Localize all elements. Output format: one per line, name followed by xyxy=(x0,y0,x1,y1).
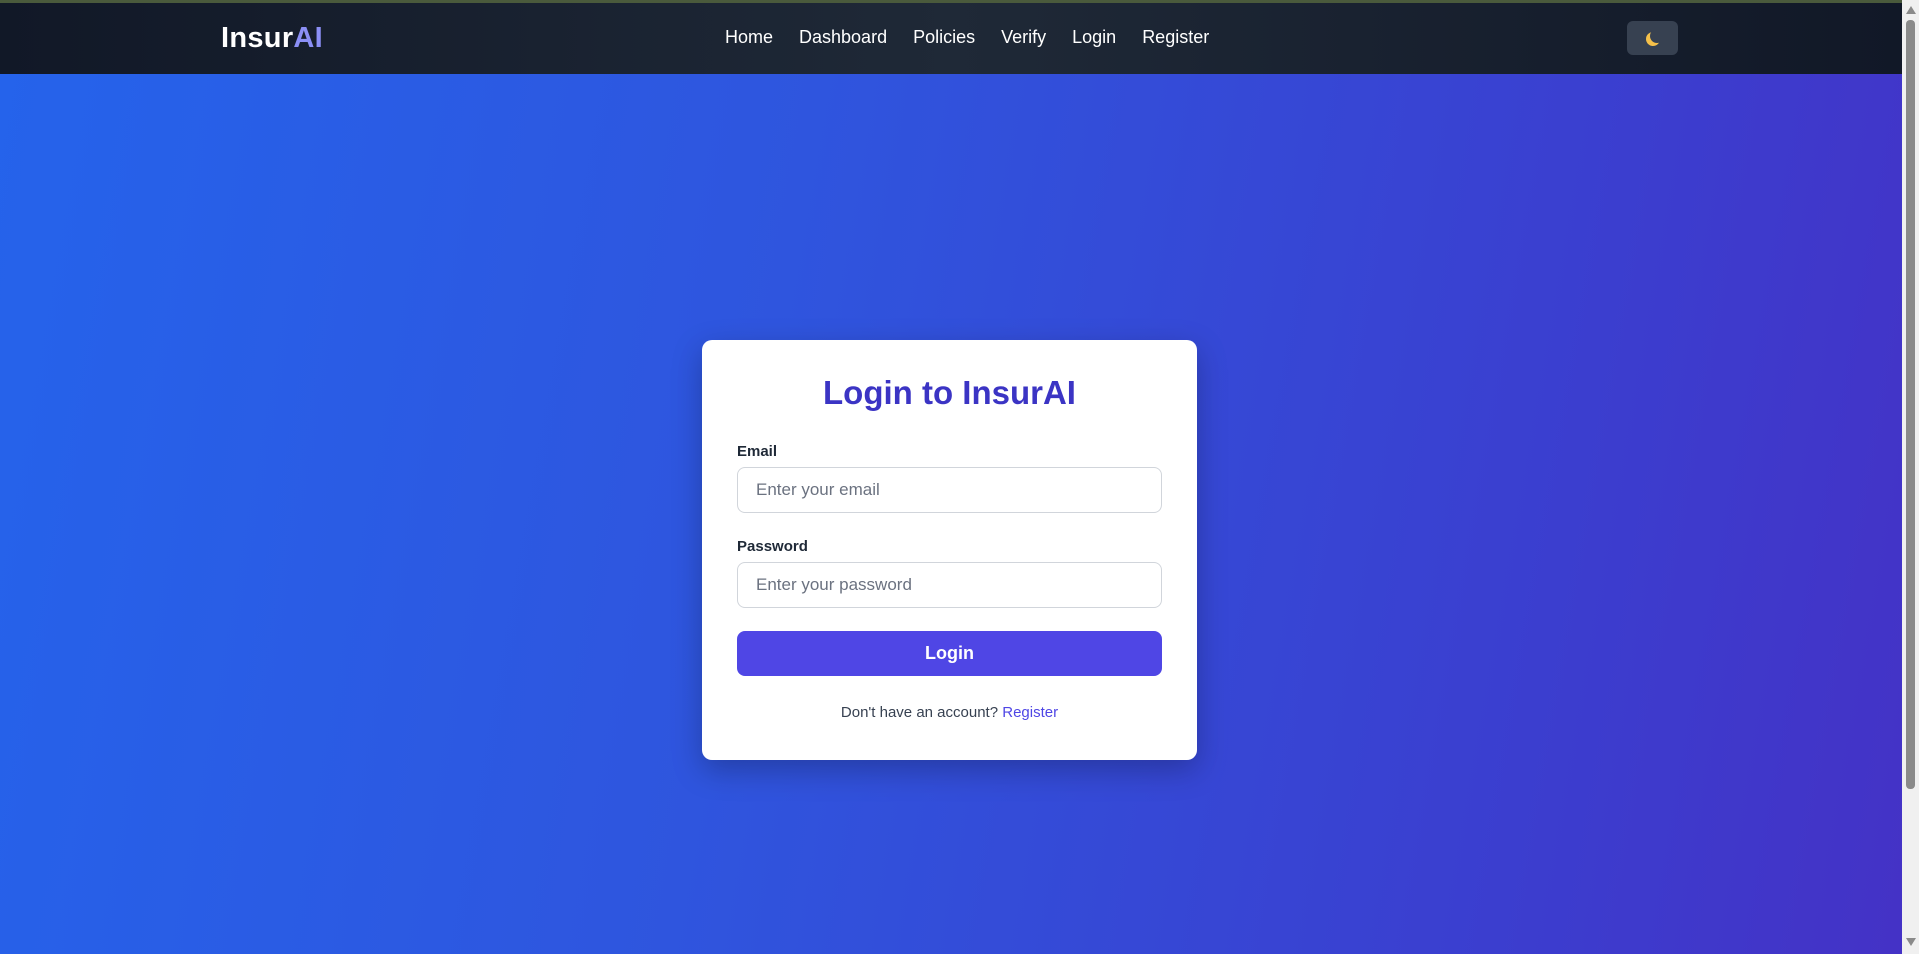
email-field[interactable] xyxy=(737,467,1162,513)
nav-link-dashboard[interactable]: Dashboard xyxy=(799,27,887,48)
scrollbar-thumb[interactable] xyxy=(1906,20,1915,789)
password-label: Password xyxy=(737,538,808,555)
login-title: Login to InsurAI xyxy=(823,374,1076,411)
register-prompt: Don't have an account? Register xyxy=(702,704,1197,721)
email-label: Email xyxy=(737,443,778,460)
brand-main-text: Insur xyxy=(221,22,294,54)
register-prompt-text: Don't have an account? xyxy=(840,704,999,721)
browser-viewport: InsurAI Home Dashboard Policies Verify L… xyxy=(0,0,1919,954)
nav-link-login[interactable]: Login xyxy=(1072,27,1116,48)
nav-link-verify[interactable]: Verify xyxy=(1001,27,1046,48)
nav-link-register[interactable]: Register xyxy=(1142,27,1209,48)
brand-accent-text: AI xyxy=(293,22,324,54)
vertical-scrollbar[interactable] xyxy=(1902,0,1919,954)
login-card: Login to InsurAI Email Password Login Do… xyxy=(702,340,1197,760)
moon-icon xyxy=(1650,29,1664,43)
login-button[interactable]: Login xyxy=(737,631,1162,676)
nav-link-policies[interactable]: Policies xyxy=(913,27,975,48)
theme-toggle-button[interactable] xyxy=(1627,21,1678,55)
register-link[interactable]: Register xyxy=(1002,704,1058,721)
scroll-down-arrow-icon[interactable] xyxy=(1906,938,1916,946)
navbar: InsurAI Home Dashboard Policies Verify L… xyxy=(0,3,1902,74)
password-field[interactable] xyxy=(737,562,1162,608)
nav-links: Home Dashboard Policies Verify Login Reg… xyxy=(725,27,1235,48)
brand-logo[interactable]: InsurAI xyxy=(221,22,323,55)
nav-link-home[interactable]: Home xyxy=(725,27,773,48)
scroll-up-arrow-icon[interactable] xyxy=(1906,6,1916,14)
